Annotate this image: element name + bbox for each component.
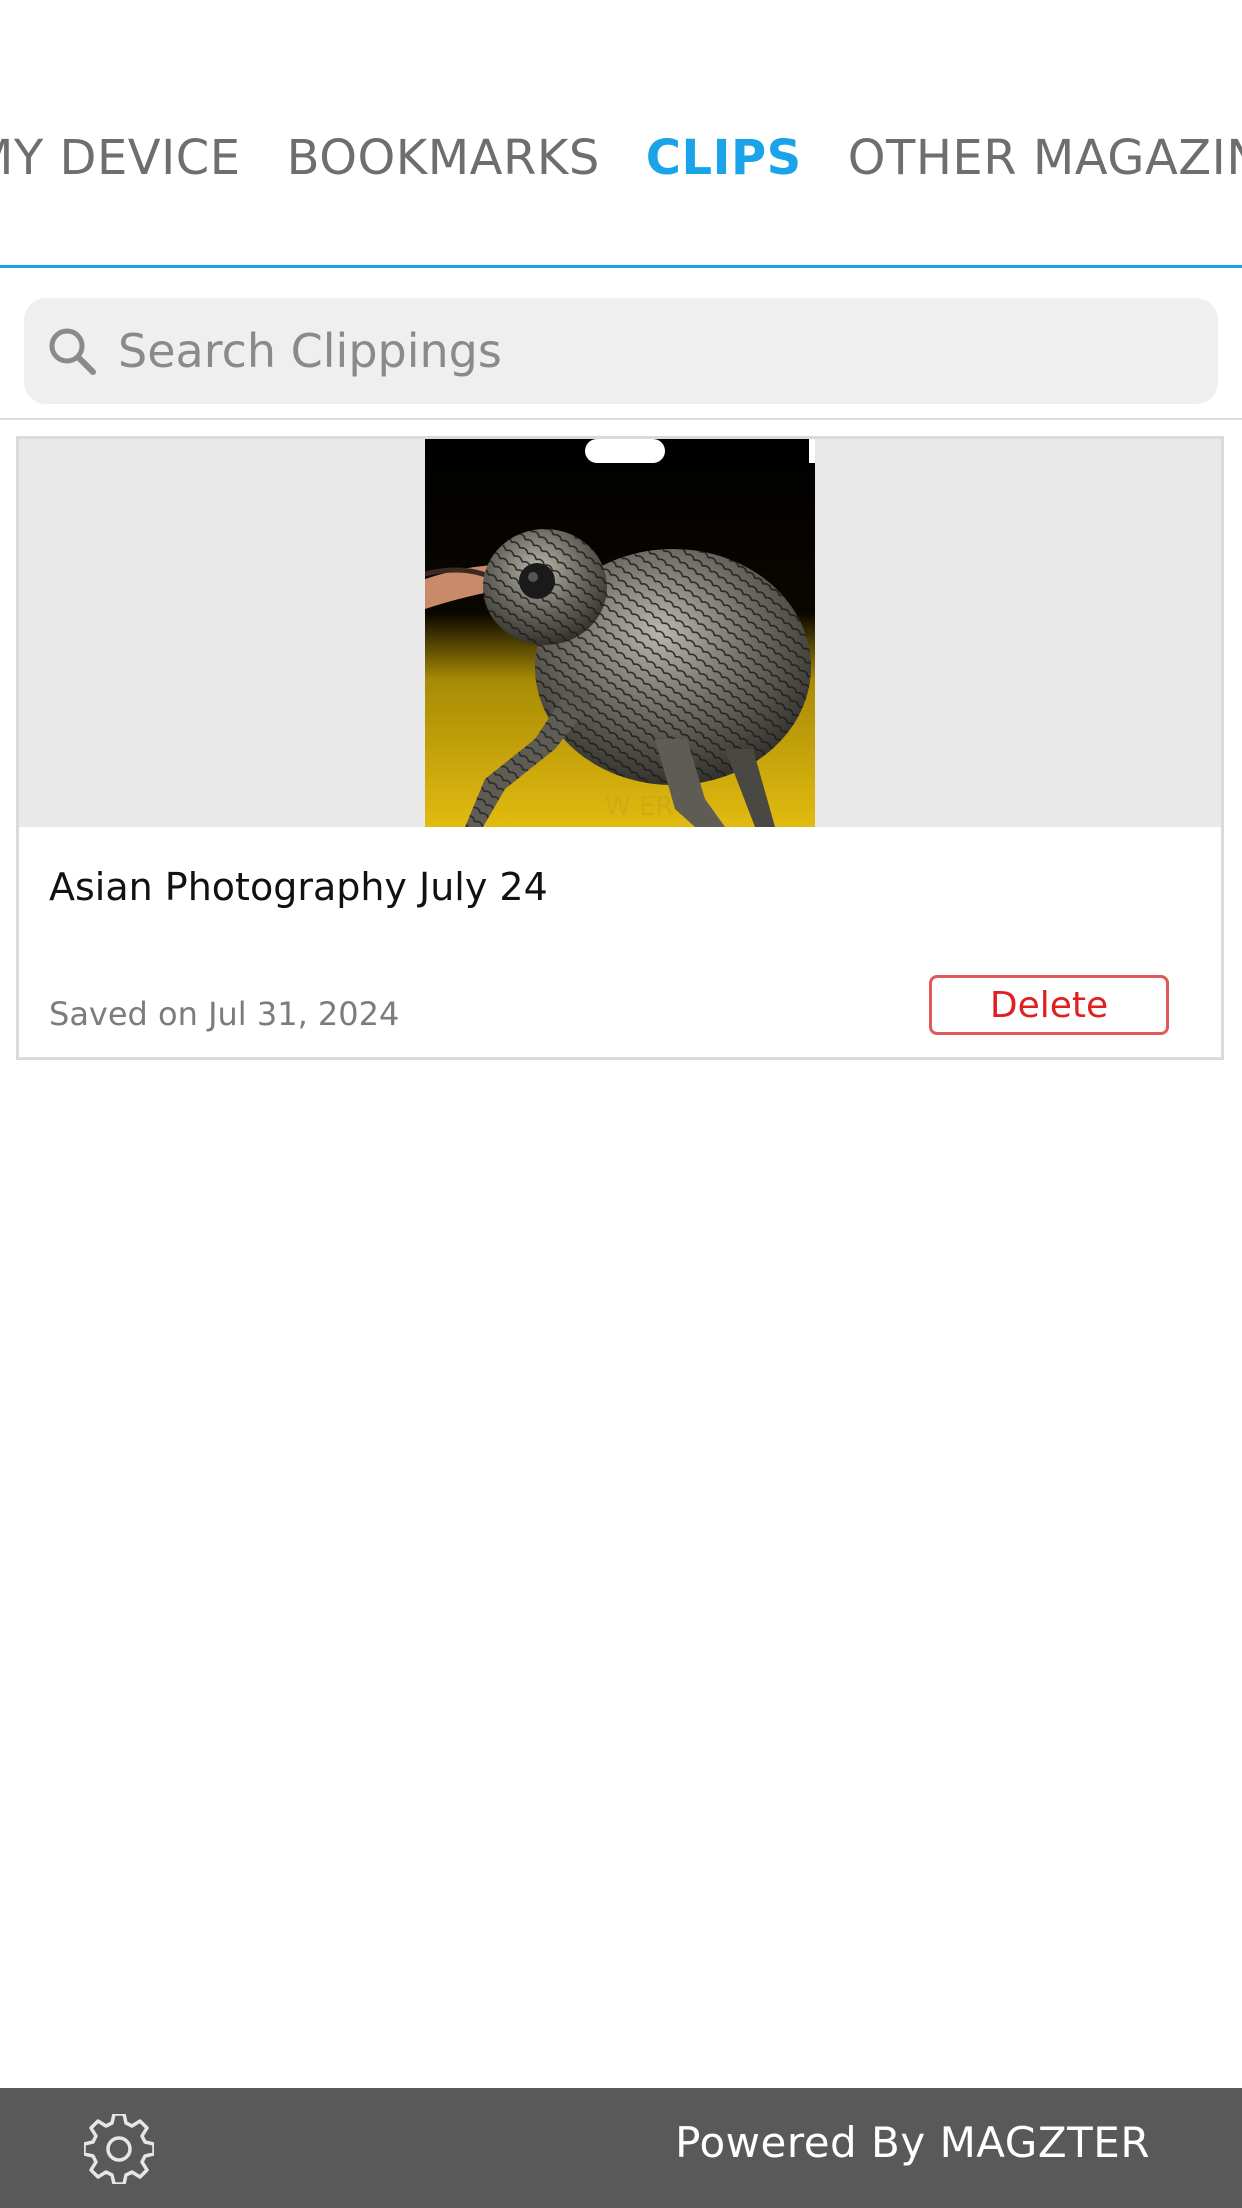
tabs-row: MY DEVICE BOOKMARKS CLIPS OTHER MAGAZINE… — [0, 128, 1242, 188]
clip-thumbnail[interactable]: W ER — [425, 439, 815, 827]
tab-bookmarks[interactable]: BOOKMARKS — [287, 128, 600, 188]
clips-screen: MY DEVICE BOOKMARKS CLIPS OTHER MAGAZINE… — [0, 0, 1242, 2208]
search-divider — [0, 418, 1242, 420]
footer-bar: Powered By MAGZTER — [0, 2088, 1242, 2208]
powered-by-label: Powered By MAGZTER — [675, 2118, 1150, 2167]
gear-icon[interactable] — [82, 2112, 156, 2186]
tab-bar: MY DEVICE BOOKMARKS CLIPS OTHER MAGAZINE… — [0, 0, 1242, 270]
search-input[interactable] — [118, 311, 1178, 391]
clip-thumbnail-area: W ER — [19, 439, 1221, 827]
tab-my-device[interactable]: MY DEVICE — [0, 128, 241, 188]
clip-card[interactable]: W ER Asian Photography July 24 Saved on … — [16, 436, 1224, 1060]
svg-text:W ER: W ER — [605, 792, 673, 822]
clip-title: Asian Photography July 24 — [49, 865, 548, 909]
search-bar — [24, 298, 1218, 404]
delete-button[interactable]: Delete — [929, 975, 1169, 1035]
search-icon — [44, 323, 100, 379]
clip-saved-date: Saved on Jul 31, 2024 — [49, 995, 400, 1033]
tab-clips[interactable]: CLIPS — [646, 128, 802, 188]
active-tab-indicator — [0, 265, 1242, 268]
tab-other-magazines[interactable]: OTHER MAGAZINES — [848, 128, 1242, 188]
